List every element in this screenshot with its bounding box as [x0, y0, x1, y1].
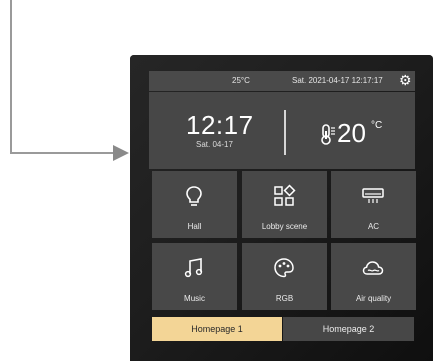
- outdoor-temperature: 25°C: [232, 76, 250, 85]
- lightbulb-icon: [186, 186, 202, 206]
- pointer-line-vertical: [10, 0, 12, 153]
- panel-divider: [284, 110, 286, 155]
- tab-homepage-2[interactable]: Homepage 2: [283, 317, 414, 341]
- palette-icon: [274, 258, 294, 278]
- air-conditioner-icon: [362, 188, 384, 203]
- tile-ac[interactable]: AC: [331, 171, 416, 238]
- screenshot-canvas: 25°C Sat. 2021-04-17 12:17:17 ⚙ 12:17 Sa…: [0, 0, 439, 361]
- air-quality-cloud-icon: [362, 261, 384, 275]
- tile-lobby-scene[interactable]: Lobby scene: [242, 171, 327, 238]
- tile-label: AC: [367, 222, 380, 231]
- indoor-temperature-value: 20: [337, 118, 366, 148]
- clock-date: Sat. 04-17: [196, 140, 233, 149]
- status-bar: 25°C Sat. 2021-04-17 12:17:17 ⚙: [149, 71, 415, 91]
- tile-label: Air quality: [355, 294, 392, 303]
- tile-label: RGB: [275, 294, 294, 303]
- tile-music[interactable]: Music: [152, 243, 237, 310]
- thermometer-icon: [321, 124, 335, 145]
- scene-icon: [274, 184, 296, 206]
- gear-icon[interactable]: ⚙: [399, 73, 412, 87]
- music-note-icon: [184, 258, 203, 278]
- clock-time: 12:17: [186, 110, 254, 140]
- tile-label: Lobby scene: [261, 222, 308, 231]
- tile-hall[interactable]: Hall: [152, 171, 237, 238]
- pointer-arrow-icon: [113, 145, 129, 161]
- tile-rgb[interactable]: RGB: [242, 243, 327, 310]
- indoor-temperature-unit: °C: [371, 120, 383, 131]
- tile-label: Hall: [187, 222, 202, 231]
- tile-label: Music: [184, 294, 205, 303]
- status-datetime: Sat. 2021-04-17 12:17:17: [292, 76, 383, 85]
- pointer-line-horizontal: [10, 152, 114, 154]
- info-panel: 12:17 Sat. 04-17 20 °C: [149, 92, 415, 169]
- tab-homepage-1[interactable]: Homepage 1: [152, 317, 282, 341]
- tile-air-quality[interactable]: Air quality: [331, 243, 416, 310]
